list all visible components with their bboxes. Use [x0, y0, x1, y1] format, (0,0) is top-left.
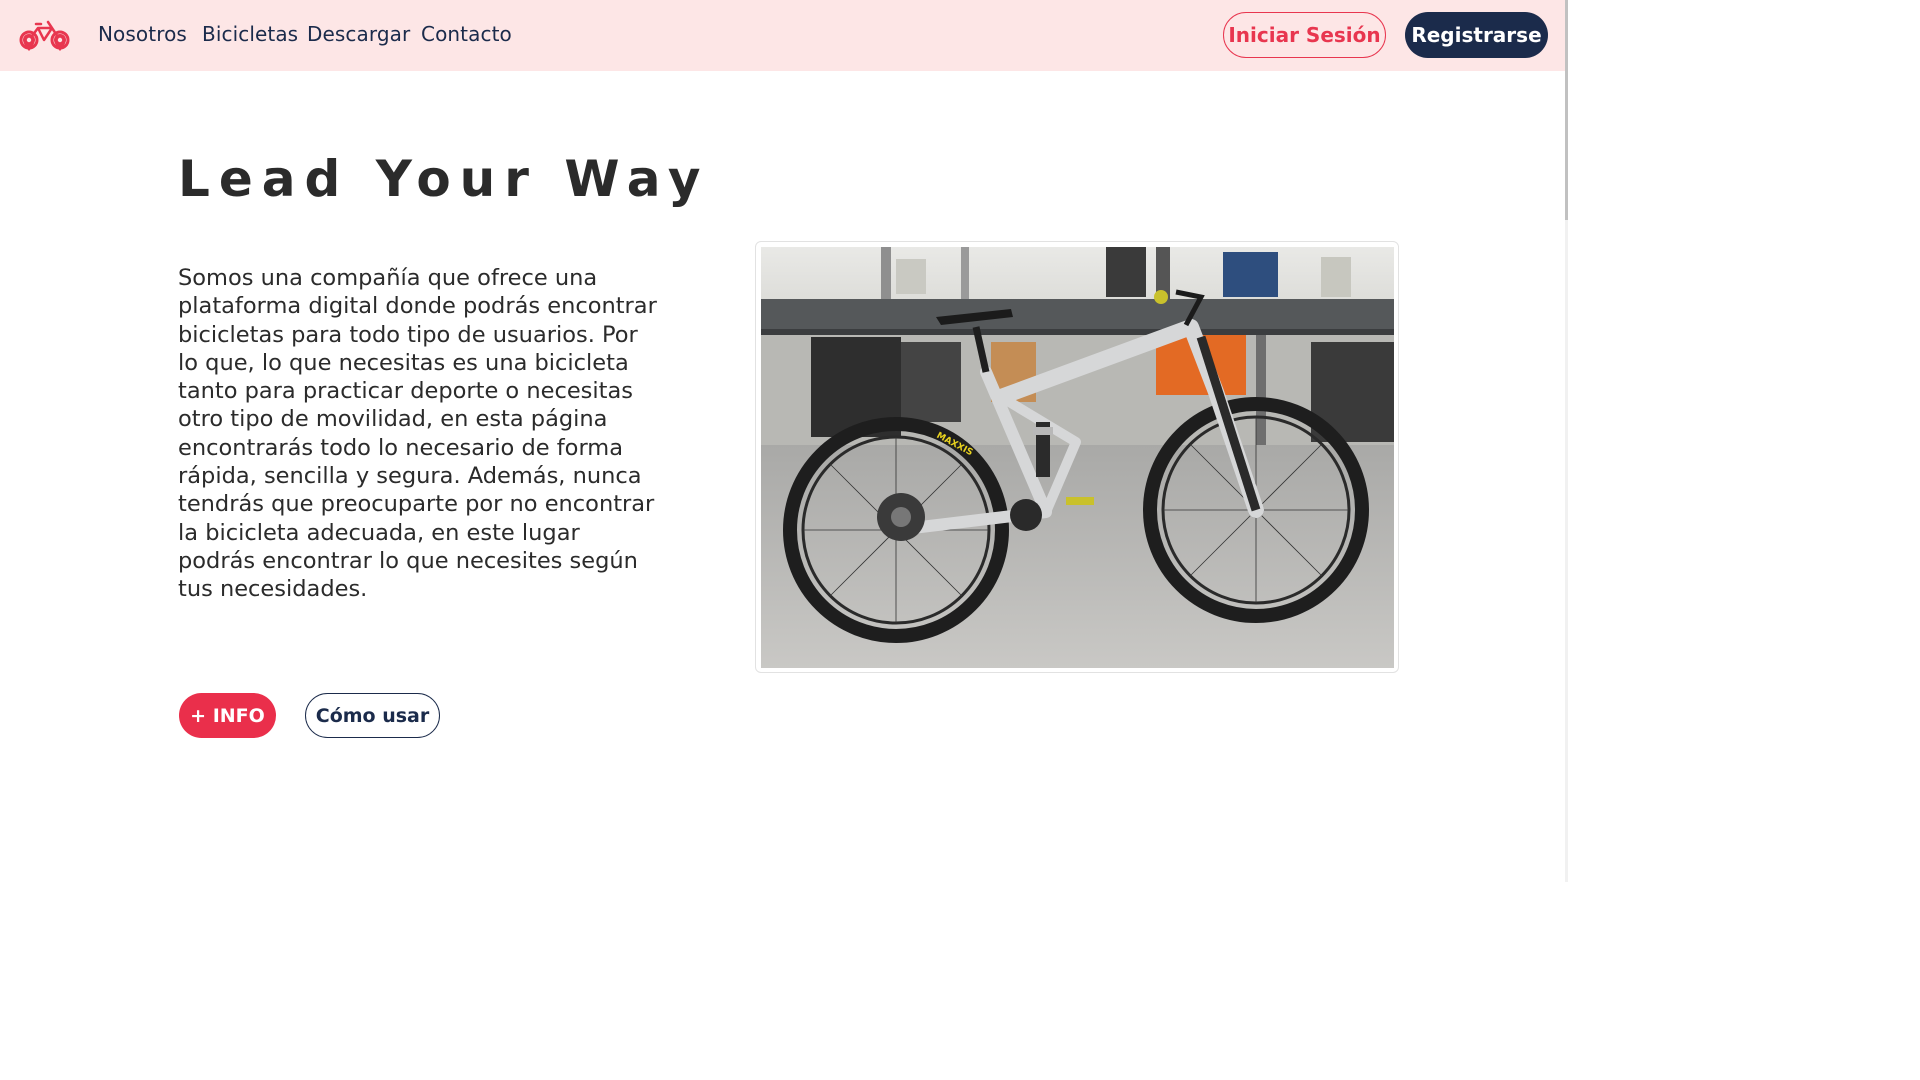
info-button[interactable]: + INFO: [179, 693, 276, 738]
bike-location-logo-icon[interactable]: [18, 16, 70, 54]
nav-link-contacto[interactable]: Contacto: [421, 22, 512, 46]
login-button[interactable]: Iniciar Sesión: [1223, 12, 1386, 58]
register-button[interactable]: Registrarse: [1405, 12, 1548, 58]
scrollbar-thumb[interactable]: [1565, 0, 1568, 220]
nav-link-nosotros[interactable]: Nosotros: [98, 22, 187, 46]
nav-link-descargar[interactable]: Descargar: [307, 22, 410, 46]
how-to-use-button[interactable]: Cómo usar: [305, 693, 440, 738]
hero-description: Somos una compañía que ofrece una plataf…: [178, 265, 657, 603]
hero-title: Lead Your Way: [178, 150, 710, 208]
nav-link-bicicletas[interactable]: Bicicletas: [202, 22, 298, 46]
navbar: Nosotros Bicicletas Descargar Contacto I…: [0, 0, 1565, 71]
bike-photo: MAXXIS: [761, 247, 1394, 668]
